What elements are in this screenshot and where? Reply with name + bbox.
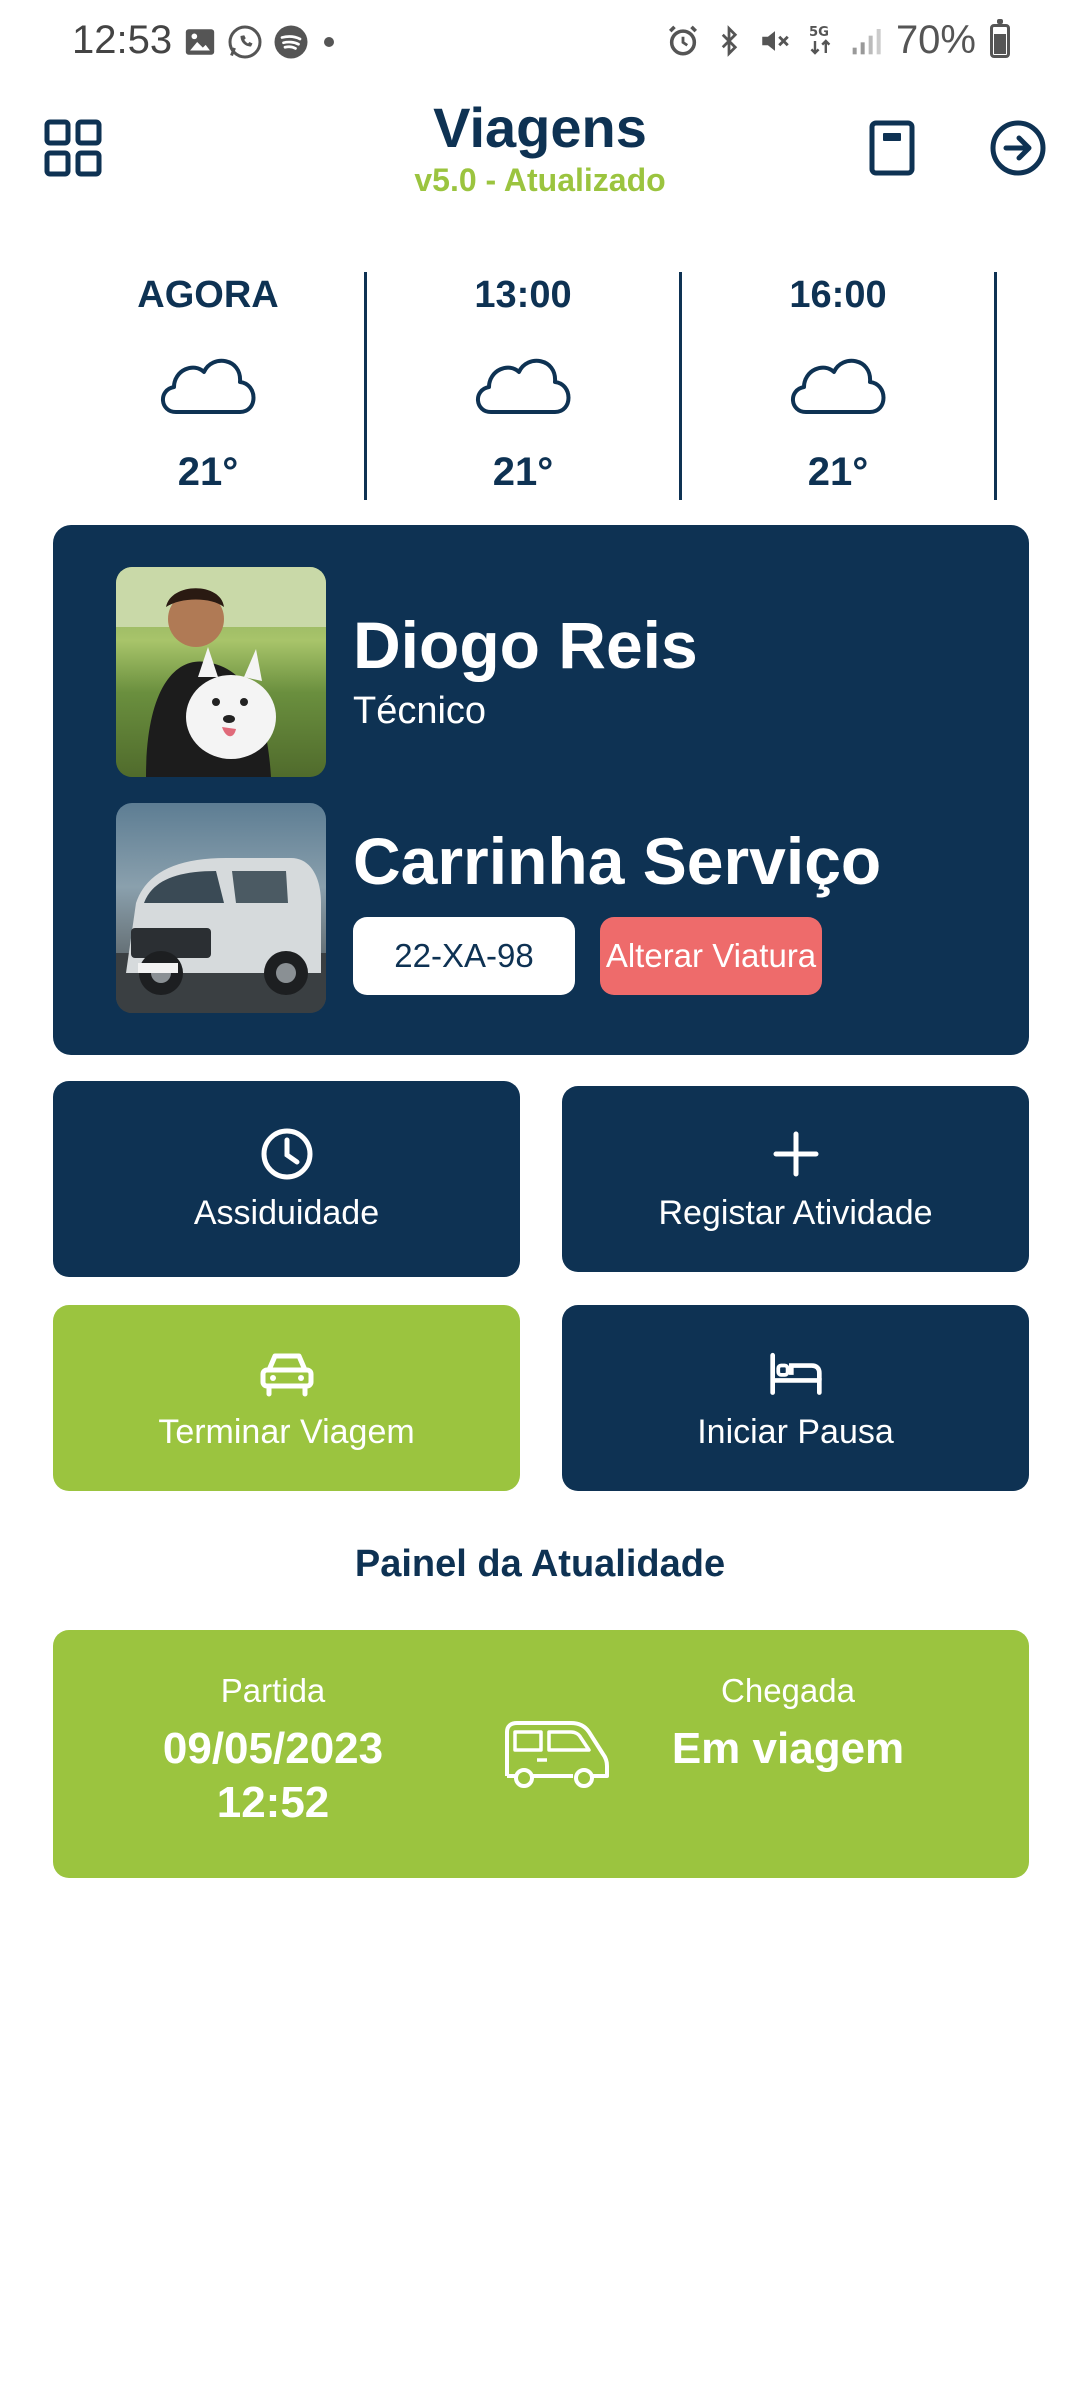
user-name: Diogo Reis bbox=[353, 608, 698, 682]
system-icons: 5G 70% bbox=[666, 18, 1010, 63]
end-trip-label: Terminar Viagem bbox=[158, 1412, 415, 1451]
departure-value: 09/05/2023 12:52 bbox=[53, 1722, 493, 1830]
weather-temp: 21° bbox=[177, 450, 239, 494]
battery-percent: 70% bbox=[895, 18, 976, 62]
weather-temp: 21° bbox=[807, 450, 869, 494]
logbook-button[interactable] bbox=[862, 115, 922, 181]
weather-time: 13:00 bbox=[474, 274, 572, 316]
5g-icon: 5G bbox=[809, 25, 831, 55]
vehicle-photo bbox=[116, 803, 326, 1013]
user-role: Técnico bbox=[353, 690, 487, 732]
start-break-button[interactable]: Iniciar Pausa bbox=[562, 1305, 1029, 1491]
whatsapp-icon bbox=[228, 25, 262, 59]
register-activity-button[interactable]: Registar Atividade bbox=[562, 1086, 1029, 1272]
start-break-icon-wrap bbox=[768, 1345, 824, 1401]
weather-item: 16:00 21° bbox=[682, 272, 997, 500]
book-icon bbox=[869, 120, 915, 176]
arrival-label: Chegada bbox=[721, 1672, 855, 1709]
end-trip-button[interactable]: Terminar Viagem bbox=[53, 1305, 520, 1491]
exit-arrow-icon bbox=[990, 120, 1046, 176]
departure-label: Partida bbox=[220, 1672, 326, 1709]
vehicle-name: Carrinha Serviço bbox=[353, 824, 882, 898]
register-icon-wrap bbox=[768, 1126, 824, 1182]
license-plate: 22-XA-98 bbox=[353, 917, 575, 995]
notification-icons bbox=[183, 24, 339, 60]
weather-item: AGORA 21° bbox=[52, 272, 367, 500]
cloud-icon bbox=[476, 358, 571, 414]
status-bar: 12:53 5G 70% bbox=[0, 0, 1080, 90]
weather-temp: 21° bbox=[492, 450, 554, 494]
weather-time: AGORA bbox=[137, 274, 279, 316]
weather-time: 16:00 bbox=[789, 274, 887, 316]
signal-icon bbox=[852, 28, 881, 54]
cloud-icon bbox=[791, 358, 886, 414]
profile-card: Diogo Reis Técnico Carrinha Serviço 22-X… bbox=[53, 525, 1029, 1055]
battery-icon bbox=[990, 18, 1010, 58]
car-icon bbox=[260, 1353, 313, 1396]
departure-time: 12:52 bbox=[216, 1778, 330, 1827]
svg-text:5G: 5G bbox=[809, 25, 829, 40]
bluetooth-icon bbox=[721, 24, 738, 57]
attendance-label: Assiduidade bbox=[193, 1193, 380, 1232]
status-time: 12:53 bbox=[72, 18, 173, 62]
departure-date: 09/05/2023 bbox=[162, 1724, 384, 1773]
mute-icon bbox=[762, 30, 789, 51]
logout-button[interactable] bbox=[985, 115, 1051, 181]
plus-icon bbox=[773, 1131, 818, 1176]
start-break-label: Iniciar Pausa bbox=[697, 1412, 894, 1451]
clock-icon bbox=[261, 1128, 312, 1179]
user-photo bbox=[116, 567, 326, 777]
alarm-icon bbox=[668, 25, 697, 56]
dot-icon bbox=[324, 37, 334, 47]
gallery-icon bbox=[185, 29, 215, 55]
spotify-icon bbox=[274, 25, 308, 59]
register-activity-label: Registar Atividade bbox=[658, 1193, 933, 1232]
cloud-icon bbox=[161, 358, 256, 414]
arrival-value: Em viagem bbox=[671, 1724, 905, 1773]
bed-icon bbox=[769, 1352, 822, 1395]
change-vehicle-button[interactable]: Alterar Viatura bbox=[600, 917, 822, 995]
vehicle-image bbox=[116, 858, 326, 1013]
trip-status-panel: Partida 09/05/2023 12:52 Chegada Em viag… bbox=[53, 1630, 1029, 1878]
end-trip-icon-wrap bbox=[259, 1345, 315, 1401]
weather-forecast: AGORA 21° 13:00 21° 16:00 21° bbox=[52, 272, 1002, 500]
user-avatar bbox=[116, 567, 326, 777]
panel-title: Painel da Atualidade bbox=[354, 1543, 726, 1585]
van-icon bbox=[505, 1721, 609, 1788]
attendance-button[interactable]: Assiduidade bbox=[53, 1081, 520, 1277]
attendance-icon-wrap bbox=[259, 1126, 315, 1182]
weather-item: 13:00 21° bbox=[367, 272, 682, 500]
